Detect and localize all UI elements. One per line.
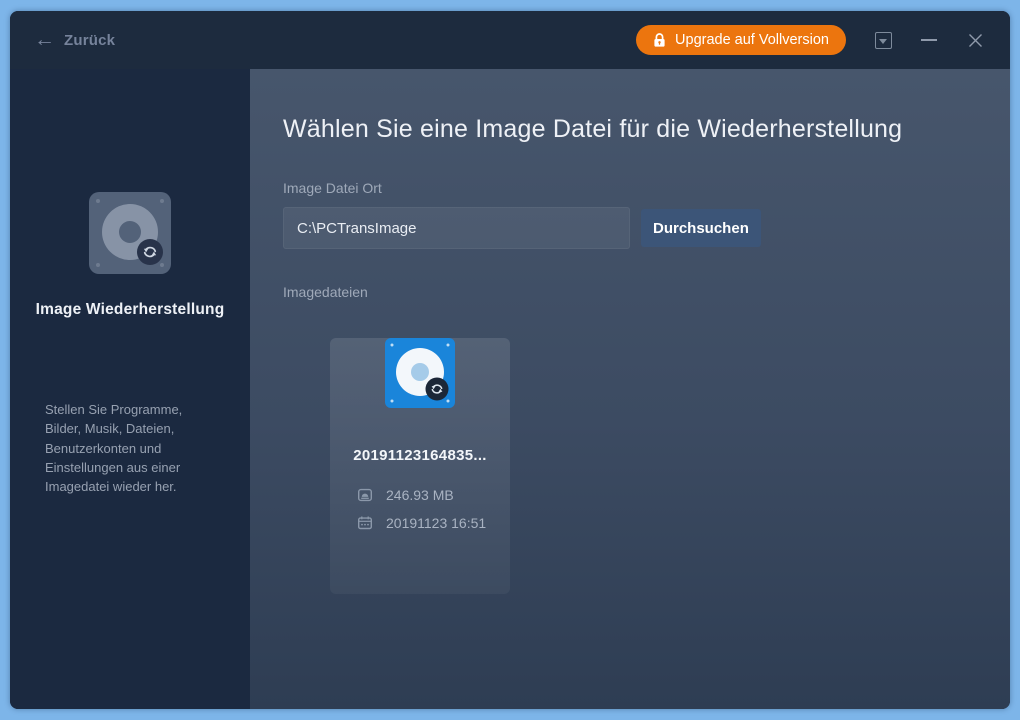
sidebar-description-line: Benutzerkonten und (45, 439, 225, 458)
chevron-down-icon (875, 32, 892, 49)
sidebar-description-line: Imagedatei wieder her. (45, 477, 225, 496)
image-file-disk-icon (385, 338, 455, 408)
image-file-date-row: 20191123 16:51 (330, 515, 510, 531)
minimize-icon (921, 39, 937, 41)
back-arrow-icon: ← (34, 29, 55, 50)
image-file-size-row: 246.93 MB (330, 487, 510, 503)
sidebar-description-line: Bilder, Musik, Dateien, (45, 419, 225, 438)
close-button[interactable] (966, 31, 984, 49)
image-files-label: Imagedateien (283, 284, 1010, 300)
desktop-background: ← Zurück Upgrade auf Vollversion (0, 0, 1020, 720)
sidebar-description-line: Stellen Sie Programme, (45, 400, 225, 419)
sidebar: Image Wiederherstellung Stellen Sie Prog… (10, 69, 250, 709)
image-file-size: 246.93 MB (386, 487, 454, 503)
content-area: Image Wiederherstellung Stellen Sie Prog… (10, 69, 1010, 709)
image-location-label: Image Datei Ort (283, 180, 1010, 196)
close-icon (968, 33, 983, 48)
sidebar-description: Stellen Sie Programme, Bilder, Musik, Da… (45, 400, 225, 496)
upgrade-label: Upgrade auf Vollversion (675, 32, 829, 48)
drive-icon (357, 487, 373, 503)
image-file-name: 20191123164835... (330, 447, 510, 464)
title-bar: ← Zurück Upgrade auf Vollversion (10, 11, 1010, 69)
minimize-button[interactable] (920, 31, 938, 49)
calendar-icon (357, 515, 373, 531)
lock-icon (653, 33, 666, 48)
image-path-input[interactable] (283, 207, 630, 249)
upgrade-button[interactable]: Upgrade auf Vollversion (636, 25, 846, 55)
browse-button[interactable]: Durchsuchen (641, 209, 761, 247)
back-label: Zurück (64, 32, 115, 49)
dropdown-menu-button[interactable] (874, 31, 892, 49)
image-restore-disk-icon (89, 192, 171, 274)
image-file-card[interactable]: 20191123164835... 246.93 MB (330, 338, 510, 594)
image-file-date: 20191123 16:51 (386, 515, 486, 531)
page-title: Wählen Sie eine Image Datei für die Wied… (283, 112, 1010, 146)
sidebar-description-line: Einstellungen aus einer (45, 458, 225, 477)
path-row: Durchsuchen (283, 207, 1010, 249)
main-panel: Wählen Sie eine Image Datei für die Wied… (250, 69, 1010, 709)
back-button[interactable]: ← Zurück (34, 30, 115, 51)
sidebar-feature-title: Image Wiederherstellung (10, 301, 250, 319)
app-window: ← Zurück Upgrade auf Vollversion (10, 11, 1010, 709)
